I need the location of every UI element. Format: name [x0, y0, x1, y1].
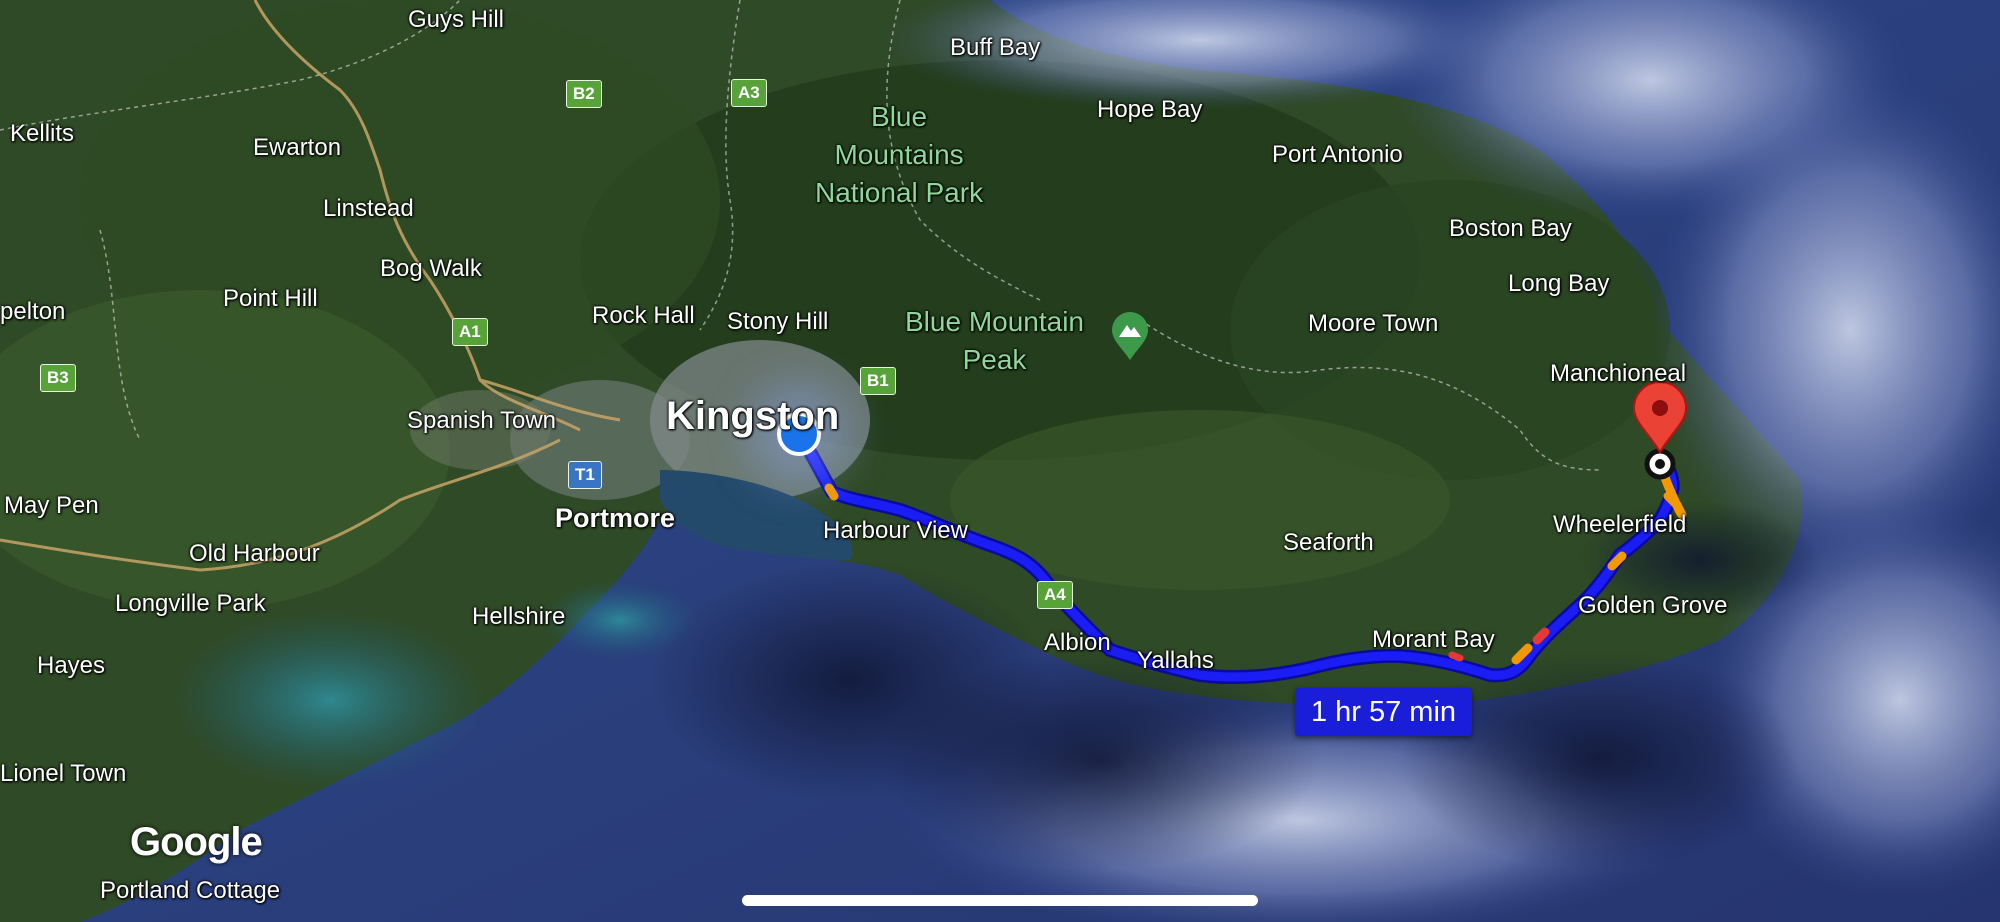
- home-indicator-bar[interactable]: [742, 895, 1258, 906]
- place-label-boston-bay[interactable]: Boston Bay: [1449, 215, 1572, 243]
- road-shield-b1: B1: [860, 367, 896, 395]
- destination-pin-icon[interactable]: [1630, 382, 1690, 482]
- place-label-kellits[interactable]: Kellits: [10, 120, 74, 148]
- route-duration-badge[interactable]: 1 hr 57 min: [1295, 688, 1472, 736]
- place-label-hope-bay[interactable]: Hope Bay: [1097, 96, 1202, 124]
- place-label-wheelerfield[interactable]: Wheelerfield: [1553, 511, 1686, 539]
- place-label-kingston[interactable]: Kingston: [666, 394, 839, 439]
- place-label-albion[interactable]: Albion: [1044, 629, 1111, 657]
- place-label-portland-cottage[interactable]: Portland Cottage: [100, 877, 280, 905]
- place-label-stony-hill[interactable]: Stony Hill: [727, 308, 828, 336]
- park-label-line2: Mountains: [834, 139, 964, 170]
- mountain-peak-icon[interactable]: [1110, 312, 1150, 362]
- place-label-lionel-town[interactable]: Lionel Town: [0, 760, 126, 788]
- place-label-yallahs[interactable]: Yallahs: [1137, 647, 1214, 675]
- park-label-line3: National Park: [815, 177, 984, 208]
- place-label-spanish-town[interactable]: Spanish Town: [407, 407, 556, 435]
- place-label-rock-hall[interactable]: Rock Hall: [592, 302, 695, 330]
- place-label-guys-hill[interactable]: Guys Hill: [408, 6, 504, 34]
- place-label-port-antonio[interactable]: Port Antonio: [1272, 141, 1403, 169]
- road-shield-a4: A4: [1037, 581, 1073, 609]
- place-label-morant-bay[interactable]: Morant Bay: [1372, 626, 1495, 654]
- place-label-point-hill[interactable]: Point Hill: [223, 285, 318, 313]
- peak-label-line2: Peak: [962, 344, 1027, 375]
- road-shield-b3: B3: [40, 364, 76, 392]
- place-label-bog-walk[interactable]: Bog Walk: [380, 255, 482, 283]
- place-label-portmore[interactable]: Portmore: [555, 503, 675, 534]
- place-label-may-pen[interactable]: May Pen: [4, 492, 99, 520]
- place-label-harbour-view[interactable]: Harbour View: [823, 517, 968, 545]
- place-label-ewarton[interactable]: Ewarton: [253, 134, 341, 162]
- place-label-longville-park[interactable]: Longville Park: [115, 590, 266, 618]
- park-label-blue-mountains[interactable]: Blue Mountains National Park: [815, 98, 983, 212]
- place-label-golden-grove[interactable]: Golden Grove: [1578, 592, 1727, 620]
- place-label-manchioneal[interactable]: Manchioneal: [1550, 360, 1686, 388]
- peak-label-blue-mountain[interactable]: Blue Mountain Peak: [905, 303, 1084, 379]
- place-label-old-harbour[interactable]: Old Harbour: [189, 540, 320, 568]
- road-shield-a3: A3: [731, 79, 767, 107]
- place-label-long-bay[interactable]: Long Bay: [1508, 270, 1609, 298]
- place-label-moore-town[interactable]: Moore Town: [1308, 310, 1438, 338]
- place-label-hayes[interactable]: Hayes: [37, 652, 105, 680]
- road-shield-t1: T1: [568, 461, 602, 489]
- place-label-linstead[interactable]: Linstead: [323, 195, 414, 223]
- road-shield-a1: A1: [452, 318, 488, 346]
- google-logo: Google: [130, 820, 263, 864]
- place-label-pelton[interactable]: pelton: [0, 298, 65, 326]
- road-shield-b2: B2: [566, 80, 602, 108]
- park-label-line1: Blue: [871, 101, 928, 132]
- place-label-seaforth[interactable]: Seaforth: [1283, 529, 1374, 557]
- place-label-buff-bay[interactable]: Buff Bay: [950, 34, 1040, 62]
- place-label-hellshire[interactable]: Hellshire: [472, 603, 565, 631]
- peak-label-line1: Blue Mountain: [905, 306, 1085, 337]
